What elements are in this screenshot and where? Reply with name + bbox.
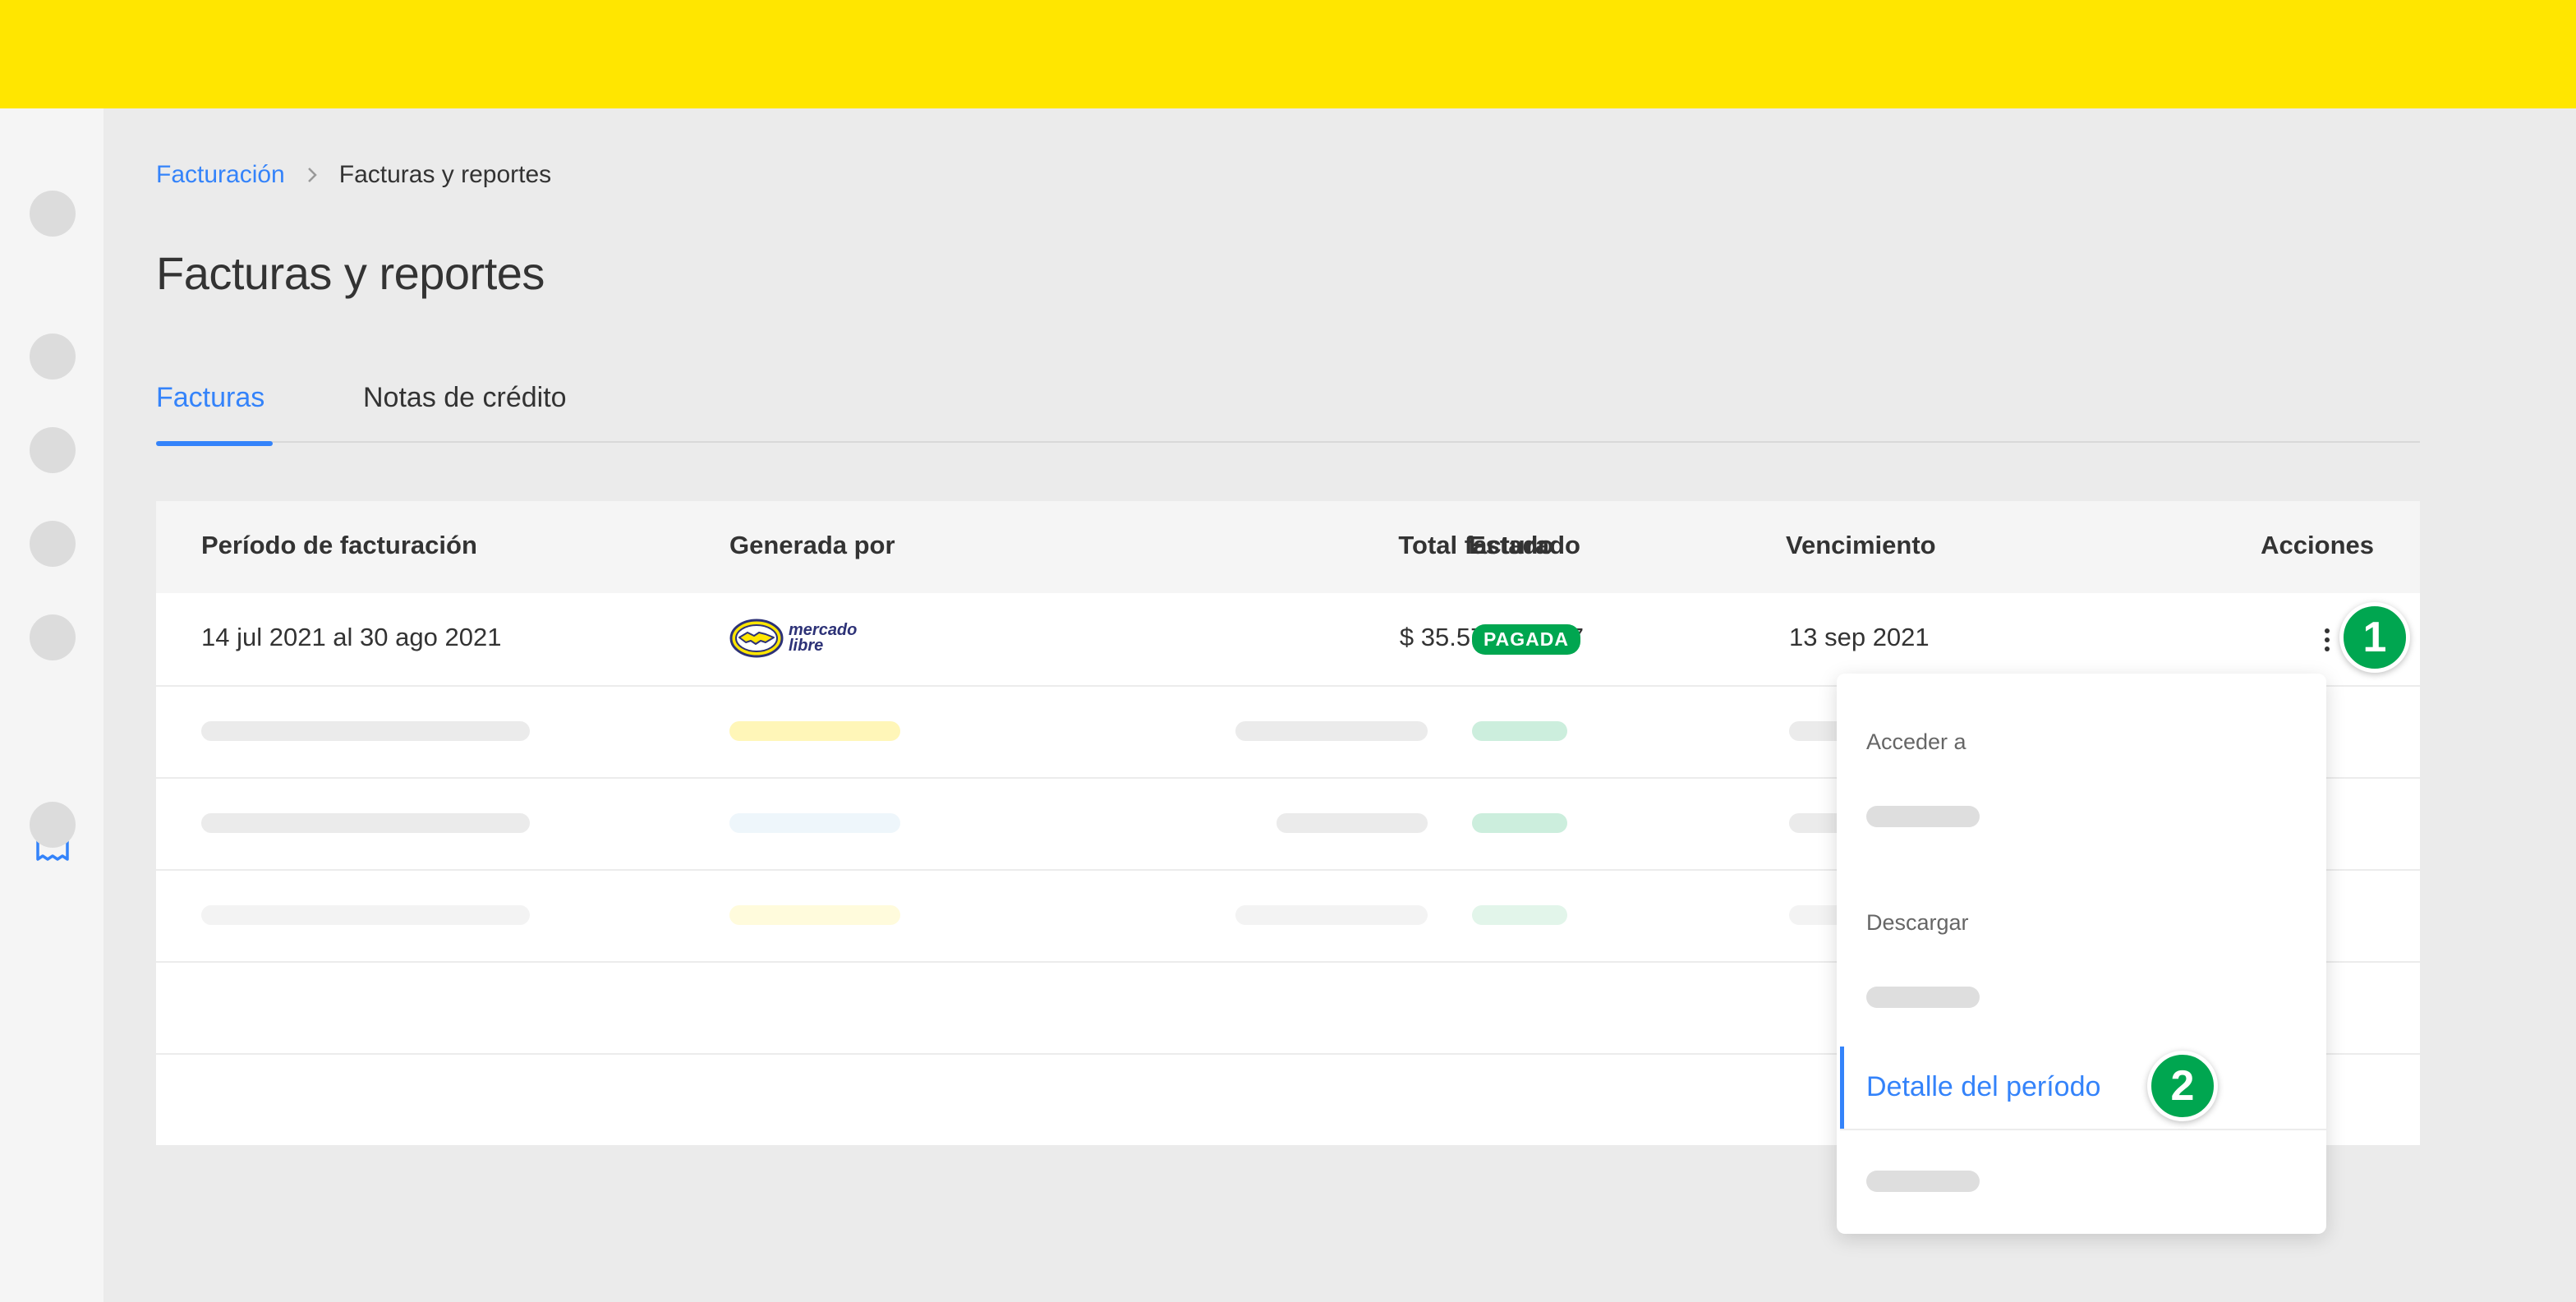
breadcrumb-link-facturacion[interactable]: Facturación	[156, 161, 285, 189]
column-header-status: Estado	[1469, 531, 1554, 559]
sidebar-item-placeholder[interactable]	[30, 427, 76, 473]
mercado-libre-logo: mercado libre	[729, 618, 857, 659]
breadcrumb-current: Facturas y reportes	[338, 161, 552, 188]
menu-section-download: Descargar	[1866, 910, 1969, 935]
column-header-generated-by: Generada por	[729, 531, 895, 559]
tab-notas-de-credito[interactable]: Notas de crédito	[363, 382, 567, 414]
tab-label: Facturas	[156, 382, 265, 413]
period-cell: 14 jul 2021 al 30 ago 2021	[201, 623, 502, 651]
active-tab-indicator	[156, 441, 273, 446]
page-title: Facturas y reportes	[156, 247, 545, 299]
column-header-actions: Acciones	[2261, 531, 2374, 559]
menu-item-placeholder[interactable]	[1866, 806, 1980, 827]
kebab-menu-icon[interactable]	[2317, 617, 2337, 663]
menu-section-access: Acceder a	[1866, 729, 1966, 754]
menu-item-placeholder[interactable]	[1866, 987, 1980, 1008]
due-date-cell: 13 sep 2021	[1789, 623, 1930, 651]
menu-item-placeholder[interactable]	[1866, 1171, 1980, 1192]
sidebar-item-placeholder[interactable]	[30, 521, 76, 567]
tab-label: Notas de crédito	[363, 382, 567, 413]
menu-item-label: Detalle del período	[1866, 1071, 2101, 1102]
logo-word-2: libre	[789, 637, 824, 655]
sidebar-item-placeholder[interactable]	[30, 191, 76, 237]
column-header-due: Vencimiento	[1786, 531, 1936, 559]
sidebar-item-placeholder[interactable]	[30, 802, 76, 848]
sidebar-nav	[0, 108, 104, 1302]
table-header: Período de facturación Generada por Tota…	[156, 501, 2420, 593]
sidebar-item-placeholder[interactable]	[30, 614, 76, 660]
top-header-bar	[0, 0, 2576, 108]
step-marker-2: 2	[2147, 1051, 2218, 1121]
sidebar-item-placeholder[interactable]	[30, 334, 76, 380]
step-marker-1: 1	[2339, 602, 2410, 673]
table-row[interactable]: 14 jul 2021 al 30 ago 2021 mercado libre…	[156, 593, 2420, 687]
breadcrumb: Facturación Facturas y reportes	[156, 161, 551, 189]
chevron-right-icon	[306, 166, 318, 184]
status-badge: PAGADA	[1472, 624, 1580, 655]
tab-facturas[interactable]: Facturas	[156, 382, 273, 446]
tabs-bar: Facturas Notas de crédito	[156, 374, 2420, 446]
actions-dropdown-menu: Acceder a Descargar Detalle del período	[1837, 674, 2326, 1234]
active-item-indicator	[1840, 1047, 1844, 1129]
column-header-period: Período de facturación	[201, 531, 477, 559]
menu-item-period-detail[interactable]: Detalle del período	[1840, 1047, 2326, 1130]
